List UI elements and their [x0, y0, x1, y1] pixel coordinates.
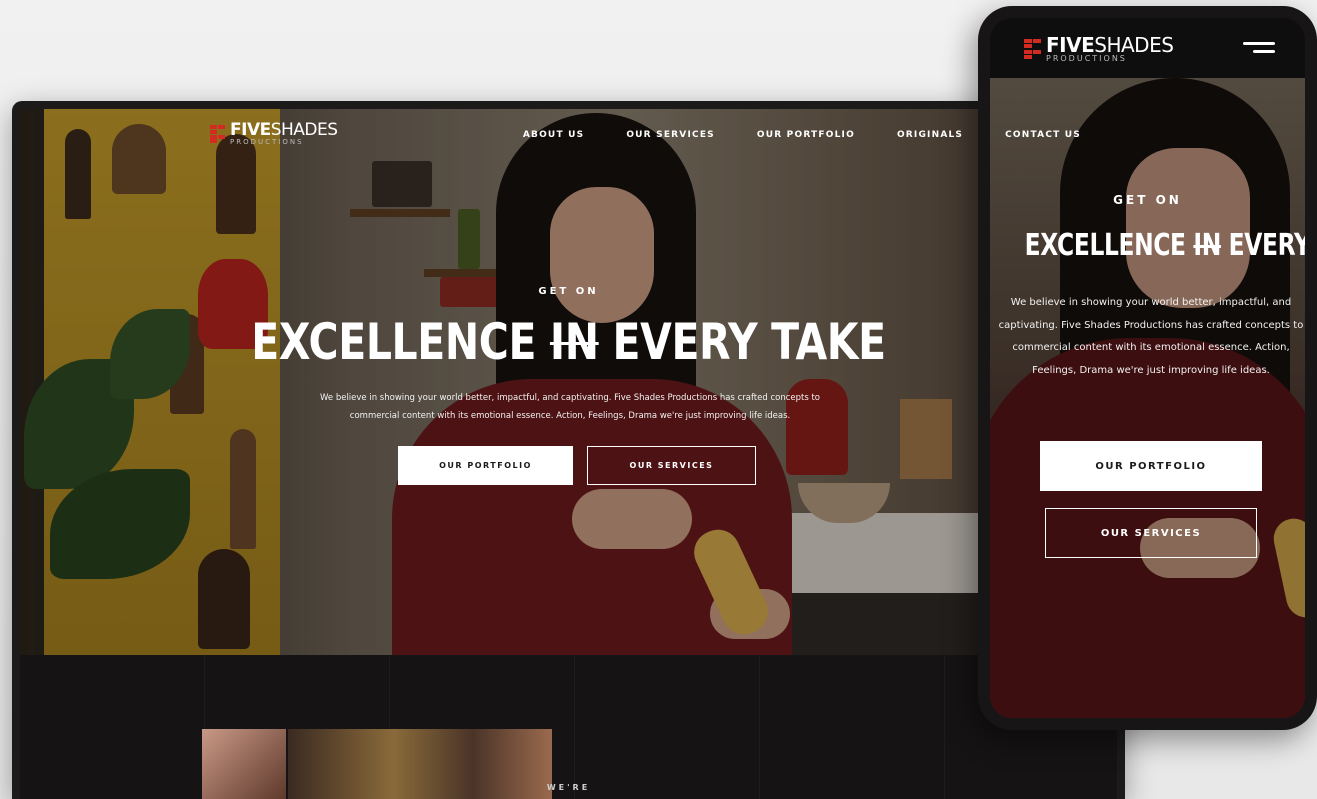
- hero-description: We believe in showing your world better,…: [998, 297, 1304, 376]
- hero-overlay: [990, 78, 1305, 718]
- headline-part1: EXCELLENCE: [1024, 228, 1194, 263]
- hero-section: FIVESHADES PRODUCTIONS ABOUT US OUR SERV…: [20, 109, 1117, 655]
- mobile-header: FIVESHADES PRODUCTIONS: [990, 18, 1305, 78]
- our-portfolio-button[interactable]: OUR PORTFOLIO: [1040, 441, 1262, 491]
- logo-tagline: PRODUCTIONS: [230, 138, 304, 146]
- nav-our-portfolio[interactable]: OUR PORTFOLIO: [757, 130, 855, 140]
- our-services-button[interactable]: OUR SERVICES: [587, 446, 756, 485]
- logo-text: FIVESHADES PRODUCTIONS: [230, 122, 338, 146]
- logo-mark-icon: [1024, 39, 1042, 59]
- hero-headline: EXCELLENCE IN EVERY TAKE: [1024, 228, 1305, 263]
- hero-description: We believe in showing your world better,…: [319, 393, 821, 421]
- nav-about-us[interactable]: ABOUT US: [523, 130, 584, 140]
- mobile-brand-logo[interactable]: FIVESHADES PRODUCTIONS: [1024, 35, 1174, 63]
- brand-logo[interactable]: FIVESHADES PRODUCTIONS: [210, 122, 338, 146]
- desktop-screen: FIVESHADES PRODUCTIONS ABOUT US OUR SERV…: [20, 109, 1117, 799]
- headline-part1: EXCELLENCE: [251, 313, 550, 371]
- headline-strike: IN: [1193, 228, 1221, 263]
- desktop-mockup: FIVESHADES PRODUCTIONS ABOUT US OUR SERV…: [12, 101, 1125, 799]
- headline-part2: EVERY TAKE: [1228, 228, 1305, 263]
- hamburger-menu-icon[interactable]: [1243, 42, 1275, 56]
- hero-eyebrow: GET ON: [538, 286, 599, 297]
- mobile-hero-section: GET ON EXCELLENCE IN EVERY TAKE We belie…: [990, 78, 1305, 718]
- nav-contact-us[interactable]: CONTACT US: [1005, 130, 1081, 140]
- hero-headline: EXCELLENCE IN EVERY TAKE: [119, 313, 1019, 371]
- logo-name-light: SHADES: [270, 120, 338, 140]
- our-portfolio-button[interactable]: OUR PORTFOLIO: [398, 446, 573, 485]
- section-label: WE'RE: [546, 783, 591, 792]
- logo-mark-icon: [210, 125, 226, 143]
- nav-our-services[interactable]: OUR SERVICES: [626, 130, 715, 140]
- headline-strike: IN: [549, 313, 599, 371]
- nav-links: ABOUT US OUR SERVICES OUR PORTFOLIO ORIG…: [523, 130, 1081, 140]
- logo-text: FIVESHADES PRODUCTIONS: [1046, 35, 1174, 63]
- nav-originals[interactable]: ORIGINALS: [897, 130, 963, 140]
- logo-name-bold: FIVE: [230, 120, 271, 140]
- hero-eyebrow: GET ON: [1113, 193, 1182, 207]
- our-services-button[interactable]: OUR SERVICES: [1045, 508, 1257, 558]
- headline-part2: EVERY TAKE: [598, 313, 887, 371]
- top-navigation: FIVESHADES PRODUCTIONS ABOUT US OUR SERV…: [20, 109, 1117, 169]
- hero-overlay: [20, 109, 1117, 655]
- lower-section: WE'RE: [20, 655, 1117, 799]
